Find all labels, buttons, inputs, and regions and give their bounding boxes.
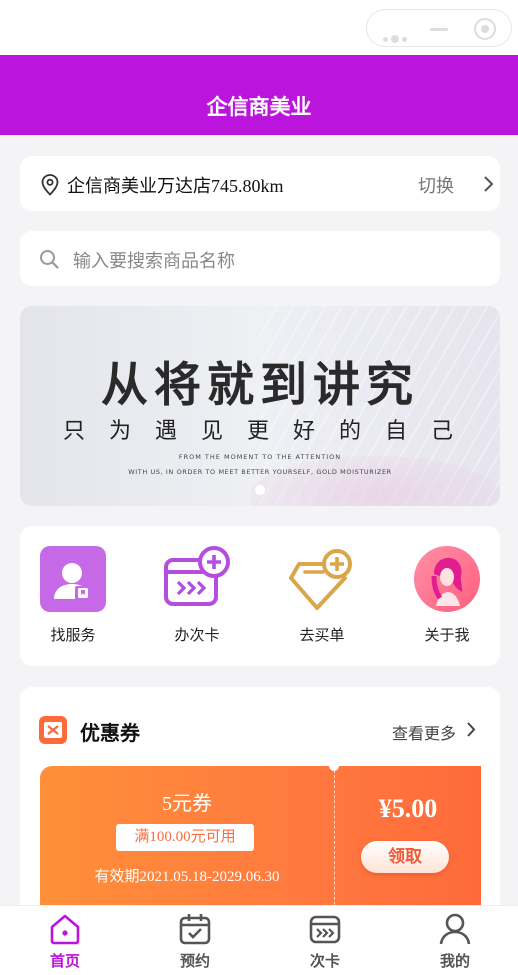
bottom-tab-bar: 首页 预约 次卡 我的 [0, 905, 518, 975]
tab-home[interactable]: 首页 [20, 912, 110, 971]
location-pin-icon [41, 174, 59, 200]
tab-profile[interactable]: 我的 [410, 912, 500, 971]
tab-label: 预约 [179, 952, 210, 970]
ticket-scallop-edge [473, 766, 487, 916]
woman-avatar-icon [414, 546, 480, 612]
store-location-bar[interactable]: 企信商美业万达店745.80km 切换 [20, 156, 500, 211]
menu-label: 找服务 [50, 626, 96, 644]
home-icon [48, 912, 82, 946]
view-more-link[interactable]: 查看更多 [392, 720, 456, 744]
user-card-icon [40, 546, 106, 612]
more-icon[interactable] [383, 27, 410, 46]
status-bar [0, 0, 518, 55]
coupon-ticket: 5元券 满100.00元可用 有效期2021.05.18-2029.06.30 … [40, 766, 481, 916]
ticket-divider [334, 770, 335, 916]
diamond-add-icon [289, 546, 355, 612]
search-bar[interactable]: 输入要搜索商品名称 [20, 231, 500, 286]
card-icon [308, 912, 342, 946]
banner-english-line2: WITH US, IN ORDER TO MEET BETTER YOURSEL… [128, 468, 392, 476]
ticket-notch [329, 766, 339, 771]
banner-headline: 从将就到讲究 [101, 358, 419, 413]
carousel-indicator[interactable] [255, 485, 265, 495]
menu-item-about-me[interactable]: 关于我 [397, 546, 497, 645]
banner-english-line1: FROM THE MOMENT TO THE ATTENTION [178, 453, 342, 461]
tab-appointment[interactable]: 预约 [150, 912, 240, 971]
search-input[interactable]: 输入要搜索商品名称 [73, 247, 235, 273]
claim-coupon-button[interactable]: 领取 [361, 841, 449, 873]
coupon-icon [39, 716, 67, 748]
page-title: 企信商美业 [0, 55, 518, 135]
store-name: 企信商美业万达店745.80km [67, 176, 284, 196]
tab-punch-card[interactable]: 次卡 [280, 912, 370, 971]
coupon-condition: 满100.00元可用 [116, 824, 254, 851]
chevron-right-icon[interactable] [482, 175, 494, 197]
tab-label: 首页 [49, 952, 80, 970]
close-target-icon[interactable] [474, 18, 496, 40]
promo-banner[interactable]: 从将就到讲究 只为遇见更好的自己 FROM THE MOMENT TO THE … [20, 306, 500, 506]
switch-store-button[interactable]: 切换 [418, 172, 454, 198]
menu-item-find-service[interactable]: 找服务 [23, 546, 123, 645]
search-icon [39, 249, 59, 273]
profile-icon [438, 912, 472, 946]
banner-subline: 只为遇见更好的自己 [62, 419, 477, 444]
menu-label: 办次卡 [174, 626, 220, 644]
tab-label: 次卡 [309, 952, 340, 970]
menu-label: 去买单 [299, 626, 345, 644]
tab-label: 我的 [439, 952, 470, 970]
coupon-name: 5元券 [162, 793, 212, 815]
add-card-icon [164, 546, 230, 612]
coupon-section-title: 优惠券 [80, 721, 140, 745]
minimize-icon[interactable] [430, 28, 448, 31]
menu-item-buy-card[interactable]: 办次卡 [147, 546, 247, 645]
coupon-validity: 有效期2021.05.18-2029.06.30 [94, 869, 280, 885]
quick-menu: 找服务 办次卡 去买单 关于我 [20, 526, 500, 666]
menu-item-pay-bill[interactable]: 去买单 [272, 546, 372, 645]
mini-program-capsule [366, 9, 512, 47]
coupon-price: ¥5.00 [378, 794, 438, 823]
menu-label: 关于我 [424, 626, 470, 644]
chevron-right-icon[interactable] [466, 721, 476, 742]
calendar-icon [178, 912, 212, 946]
